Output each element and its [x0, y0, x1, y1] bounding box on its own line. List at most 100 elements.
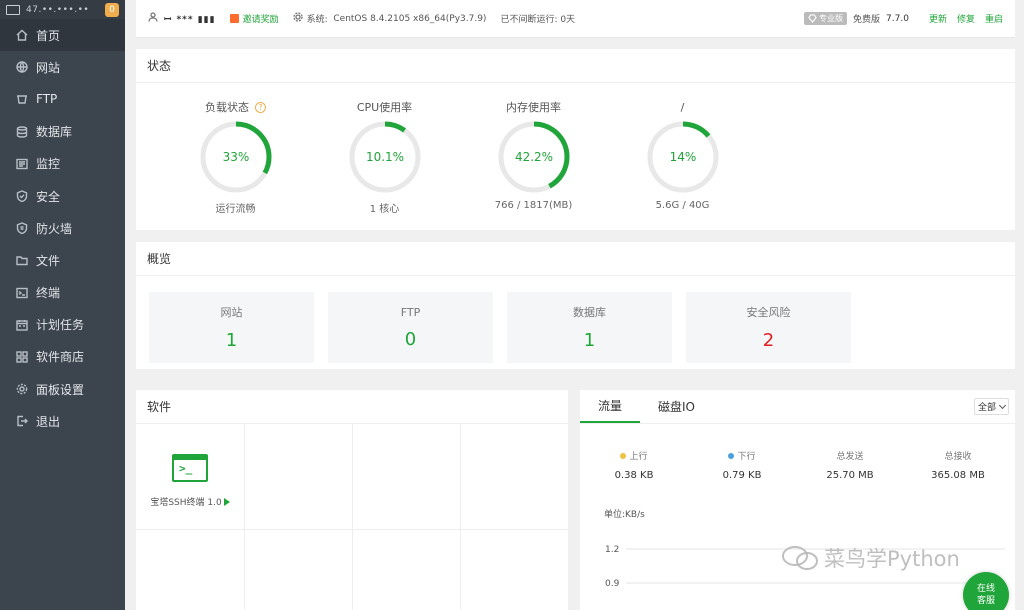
- sidebar-item[interactable]: 安全: [0, 180, 125, 212]
- software-panel: 软件 >_ 宝塔SSH终端 1.0: [136, 390, 568, 610]
- gauge-ring: 10.1%: [349, 121, 420, 193]
- sidebar-item[interactable]: 防火墙: [0, 212, 125, 244]
- sidebar-item-label: 安全: [36, 189, 61, 204]
- sidebar-item[interactable]: 数据库: [0, 116, 125, 148]
- gauge-ring: 14%: [647, 121, 718, 193]
- online-line-2: 客服: [976, 596, 995, 606]
- overview-panel: 概览 网站 1 FTP 0 数据库 1 安全风险 2: [136, 242, 1015, 369]
- grid-divider: [244, 424, 245, 610]
- status-panel: 状态 负载状态? 33% 运行流畅 CPU使用率 10.1% 1 核心 内存使用…: [136, 49, 1015, 230]
- sidebar-item[interactable]: 终端: [0, 277, 125, 309]
- sidebar-item[interactable]: 首页: [0, 19, 125, 52]
- status-gauge[interactable]: 负载状态? 33% 运行流畅: [161, 83, 310, 215]
- software-item-ssh[interactable]: >_ 宝塔SSH终端 1.0: [136, 424, 244, 529]
- software-name: 宝塔SSH终端 1.0: [150, 498, 222, 508]
- gear-icon: [292, 12, 307, 25]
- logout-icon: [16, 415, 28, 427]
- status-gauge[interactable]: / 14% 5.6G / 40G: [608, 83, 757, 215]
- shield-icon: [16, 190, 28, 203]
- pro-label: 专业版: [819, 14, 844, 23]
- gauge-value: 10.1%: [365, 150, 403, 164]
- legend-dot: [728, 452, 735, 459]
- sidebar-item[interactable]: 软件商店: [0, 341, 125, 373]
- pro-badge[interactable]: 专业版: [804, 12, 848, 25]
- traffic-stat: 总接收 365.08 MB: [904, 449, 1012, 481]
- traffic-tabs: 流量 磁盘IO 全部: [580, 390, 1015, 424]
- gauge-title: 负载状态: [205, 101, 249, 114]
- sidebar-item-label: 网站: [36, 60, 61, 75]
- sidebar-item[interactable]: 监控: [0, 148, 125, 180]
- gauge-title: CPU使用率: [356, 101, 413, 114]
- traffic-stat: 下行 0.79 KB: [688, 449, 796, 481]
- gauge-title: /: [680, 100, 685, 114]
- sidebar-menu: 首页网站 FTP 数据库监控安全防火墙文件 终端计划任务软件商店面板设置退出: [0, 19, 125, 437]
- stat-label: 总接收: [944, 452, 972, 462]
- sidebar-item[interactable]: 网站: [0, 51, 125, 83]
- folder-icon: [16, 254, 28, 266]
- restart-button[interactable]: 重启: [985, 12, 1003, 25]
- overview-card[interactable]: 网站 1: [149, 292, 314, 363]
- top-bar: ꟷ *** ▮▮▮ 邀请奖励 系统: CentOS 8.4.2105 x86_6…: [136, 0, 1015, 38]
- terminal-icon: [16, 287, 28, 299]
- calendar-icon: [16, 319, 28, 331]
- y-tick: 0.9: [605, 579, 620, 589]
- sidebar-item-label: 面板设置: [36, 382, 85, 397]
- sidebar-item-label: 数据库: [36, 125, 73, 140]
- system-label: 系统:: [306, 15, 328, 25]
- tab-disk-io[interactable]: 磁盘IO: [640, 389, 713, 423]
- firewall-icon: [16, 222, 28, 235]
- card-label: 网站: [220, 306, 243, 319]
- sidebar-item-label: 计划任务: [36, 318, 85, 333]
- stat-value: 0.79 KB: [722, 470, 762, 481]
- sidebar-item[interactable]: 退出: [0, 405, 125, 437]
- terminal-icon: >_: [172, 454, 208, 482]
- notification-badge[interactable]: 0: [105, 2, 119, 17]
- traffic-stats: 上行 0.38 KB 下行 0.79 KB 总发送 25.70 MB 总接收 365.…: [580, 449, 1015, 481]
- wechat-icon: [782, 546, 818, 570]
- select-value: 全部: [977, 403, 996, 413]
- sidebar-item[interactable]: 面板设置: [0, 373, 125, 405]
- stat-label: 总发送: [836, 452, 864, 462]
- traffic-stat: 上行 0.38 KB: [580, 449, 688, 481]
- invite-label: 邀请奖励: [242, 15, 279, 25]
- monitor-icon: [6, 4, 20, 15]
- gauge-sub: 766 / 1817(MB): [494, 200, 573, 211]
- online-service-button[interactable]: 在线 客服: [963, 572, 1009, 610]
- y-tick: 1.2: [605, 545, 619, 555]
- grid-divider: [136, 529, 568, 530]
- stat-value: 25.70 MB: [826, 470, 874, 481]
- card-value: 1: [583, 330, 596, 351]
- stat-label: 下行: [737, 452, 756, 462]
- traffic-stat: 总发送 25.70 MB: [796, 449, 904, 481]
- update-button[interactable]: 更新: [929, 12, 947, 25]
- user-icon: [148, 12, 164, 25]
- sidebar-item[interactable]: 计划任务: [0, 309, 125, 341]
- gauge-sub: 运行流畅: [215, 204, 256, 215]
- sidebar-item-label: 首页: [36, 28, 61, 43]
- online-line-1: 在线: [976, 584, 995, 594]
- stat-value: 365.08 MB: [931, 470, 985, 481]
- grid-divider: [460, 424, 461, 610]
- gauge-value: 14%: [669, 150, 696, 164]
- card-value: 0: [404, 328, 417, 350]
- tab-traffic[interactable]: 流量: [580, 389, 641, 423]
- watermark: 菜鸟学Python: [780, 543, 960, 573]
- help-icon[interactable]: ?: [255, 101, 266, 113]
- version: 7.7.0: [886, 13, 909, 24]
- sidebar-item-label: 防火墙: [36, 221, 73, 236]
- gift-icon: [229, 14, 239, 23]
- watermark-text: 菜鸟学Python: [824, 547, 960, 571]
- traffic-panel: 流量 磁盘IO 全部 上行 0.38 KB 下行 0.79 KB 总发送 25.70…: [580, 390, 1015, 610]
- sidebar-item[interactable]: 文件: [0, 244, 125, 276]
- status-gauge[interactable]: CPU使用率 10.1% 1 核心: [310, 83, 459, 215]
- invite-reward-link[interactable]: 邀请奖励: [229, 12, 279, 25]
- overview-card[interactable]: 数据库 1: [507, 292, 672, 363]
- status-gauge[interactable]: 内存使用率 42.2% 766 / 1817(MB): [459, 83, 608, 215]
- overview-card[interactable]: FTP 0: [328, 292, 493, 363]
- software-title: 软件: [136, 390, 568, 424]
- repair-button[interactable]: 修复: [957, 12, 975, 25]
- interface-select[interactable]: 全部: [974, 398, 1009, 415]
- overview-card[interactable]: 安全风险 2: [686, 292, 851, 363]
- play-icon[interactable]: [223, 497, 230, 506]
- sidebar-item[interactable]: FTP: [0, 83, 125, 115]
